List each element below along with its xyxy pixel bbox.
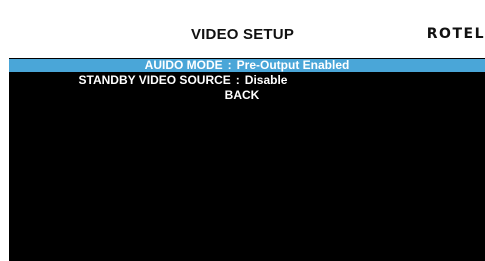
menu-item-label: BACK [224,88,260,102]
menu-item-audio-mode[interactable]: AUIDO MODE: Pre-Output Enabled [9,59,485,72]
menu-item-content: AUIDO MODE: Pre-Output Enabled [145,58,350,72]
menu-item-label: AUIDO MODE [144,58,223,72]
video-setup-screen: VIDEO SETUP ROTEL AUIDO MODE: Pre-Output … [0,0,485,261]
menu-item-content: STANDBY VIDEO SOURCE: Disable [79,74,288,87]
brand-logo: ROTEL [426,26,485,42]
menu-panel: AUIDO MODE: Pre-Output Enabled STANDBY VI… [9,58,485,261]
menu-item-separator: : [235,73,240,87]
page-title: VIDEO SETUP [190,26,295,43]
menu-item-separator: : [227,58,232,72]
menu-item-label: STANDBY VIDEO SOURCE [78,73,231,87]
header: VIDEO SETUP ROTEL [0,0,485,58]
menu-item-value: Pre-Output Enabled [236,58,350,72]
menu-item-value: Disable [244,73,288,87]
menu-item-back[interactable]: BACK [9,89,485,102]
menu-item-standby-video-source[interactable]: STANDBY VIDEO SOURCE: Disable [9,74,485,87]
